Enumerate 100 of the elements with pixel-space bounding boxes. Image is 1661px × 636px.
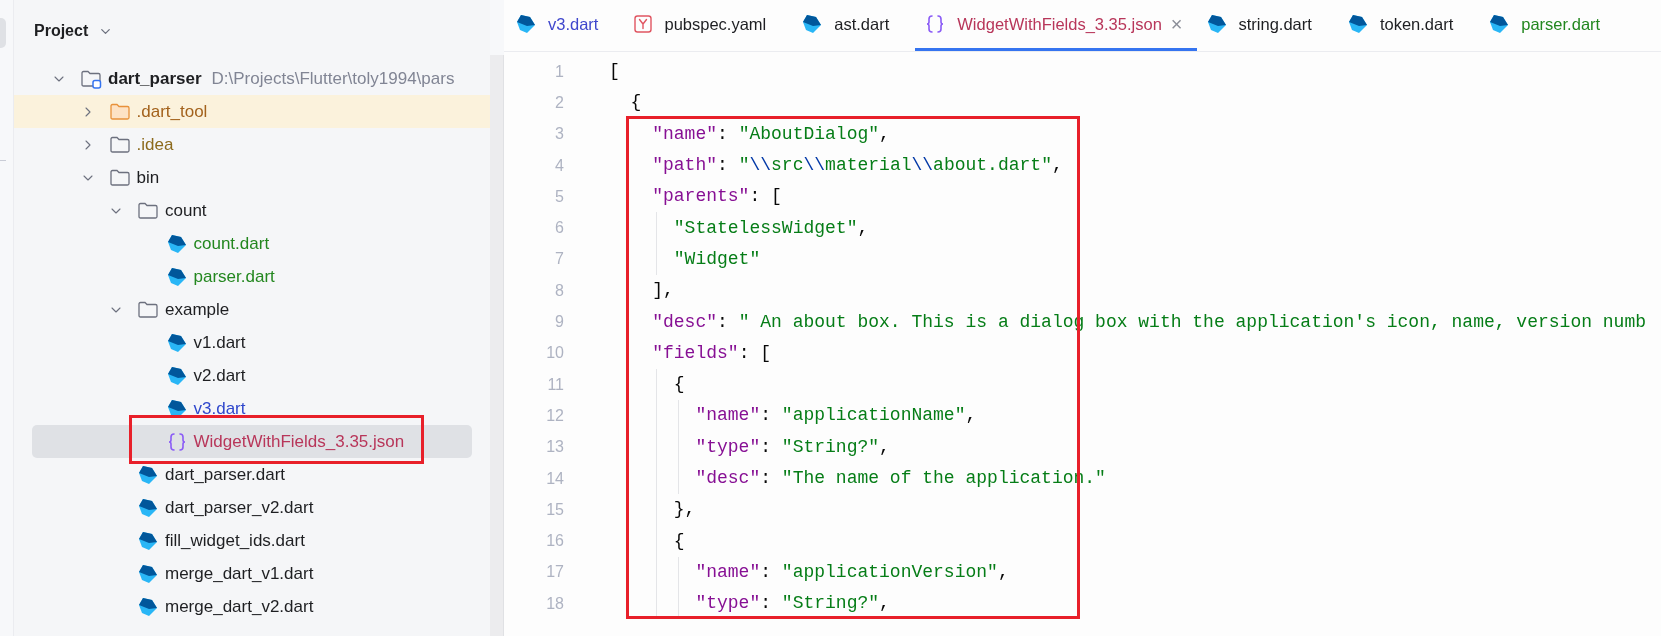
line-number: 1 — [554, 61, 564, 82]
tree-item[interactable]: example — [14, 293, 490, 326]
file-name: v3.dart — [193, 397, 246, 420]
editor-tab[interactable]: pubspec.yaml — [624, 0, 793, 51]
code-line: "Widget" — [672, 247, 761, 271]
line-number: 13 — [545, 437, 564, 458]
dart-icon — [801, 13, 824, 35]
file-name: merge_dart_v1.dart — [165, 562, 314, 585]
file-name: dart_parser.dart — [165, 463, 285, 486]
editor-tab[interactable]: parser.dart — [1479, 0, 1627, 51]
line-number: 5 — [554, 186, 564, 207]
code-line: ], — [651, 279, 674, 303]
line-number: 11 — [546, 374, 564, 395]
line-number: 17 — [545, 562, 564, 583]
tree-item[interactable]: dart_parser.dart — [14, 458, 490, 491]
dart-icon — [515, 13, 537, 35]
line-number: 12 — [545, 405, 564, 426]
tree-item[interactable]: .dart_tool — [14, 95, 490, 128]
file-name: count.dart — [193, 232, 270, 255]
tree-item[interactable]: bin — [14, 161, 490, 194]
tree-item[interactable]: .idea — [14, 128, 490, 161]
line-number: 7 — [554, 249, 564, 270]
line-number: 8 — [554, 280, 564, 301]
tab-label: ast.dart — [834, 13, 890, 35]
panel-title[interactable]: Project — [34, 19, 89, 43]
tree-item[interactable]: count — [14, 194, 490, 227]
line-number: 9 — [554, 312, 564, 332]
code-line: "type": "String?", — [694, 435, 890, 459]
editor-tab[interactable]: token.dart — [1337, 0, 1480, 51]
tree-item[interactable]: v3.dart — [14, 392, 490, 425]
code-line: "path": "\\src\\material\\about.dart", — [651, 154, 1063, 178]
tab-label: parser.dart — [1521, 13, 1601, 35]
editor-tab[interactable]: WidgetWithFields_3.35.json × — [915, 0, 1197, 51]
editor-tab[interactable]: v3.dart — [506, 0, 625, 51]
file-name: dart_parser — [108, 67, 202, 90]
tab-label: pubspec.yaml — [664, 13, 767, 35]
code-line: "StatelessWidget", — [672, 216, 869, 240]
tab-label: token.dart — [1379, 13, 1454, 35]
line-number: 2 — [554, 92, 564, 113]
line-number: 10 — [545, 343, 564, 364]
scrollbar[interactable] — [490, 55, 504, 636]
tree-item[interactable]: v1.dart — [14, 326, 490, 359]
code-line: "name": "applicationName", — [694, 404, 977, 428]
tree-item[interactable]: merge_dart_v2.dart — [14, 590, 490, 623]
file-name: v2.dart — [193, 364, 246, 387]
file-name: count — [165, 199, 207, 222]
editor-tab[interactable]: ast.dart — [792, 0, 916, 51]
dart-icon — [137, 595, 159, 618]
file-name: WidgetWithFields_3.35.json — [193, 430, 405, 453]
dart-icon — [1346, 13, 1369, 35]
tree-item[interactable]: dart_parser D:\Projects\Flutter\toly1994\pars — [14, 62, 490, 95]
code-line: "type": "String?", — [694, 592, 890, 616]
line-number: 6 — [554, 218, 564, 239]
line-number: 16 — [545, 531, 564, 552]
code-line: "fields": [ — [651, 341, 772, 365]
file-name: v1.dart — [193, 331, 246, 354]
dart-icon — [165, 265, 188, 288]
file-name: .dart_tool — [136, 100, 208, 123]
code-line: { — [629, 91, 642, 115]
file-name: dart_parser_v2.dart — [165, 496, 314, 519]
file-name: fill_widget_ids.dart — [165, 529, 305, 552]
code-line: "name": "AboutDialog", — [651, 122, 890, 146]
editor-tab[interactable]: string.dart — [1196, 0, 1338, 51]
dart-icon — [137, 529, 159, 552]
yaml-icon — [633, 14, 654, 34]
dart-icon — [165, 364, 188, 387]
file-name: parser.dart — [193, 265, 275, 288]
tab-label: v3.dart — [548, 13, 599, 35]
dart-icon — [137, 463, 159, 486]
tree-item[interactable]: fill_widget_ids.dart — [14, 524, 490, 557]
tree-item[interactable]: count.dart — [14, 227, 490, 260]
dart-icon — [165, 232, 188, 255]
tree-item[interactable]: parser.dart — [14, 260, 490, 293]
file-name: example — [165, 298, 230, 321]
dart-icon — [1488, 13, 1511, 35]
tab-label: WidgetWithFields_3.35.json — [957, 13, 1162, 35]
code-line: "parents": [ — [651, 185, 782, 209]
line-number: 15 — [545, 499, 564, 520]
dart-icon — [165, 331, 188, 354]
code-line: { — [672, 373, 685, 397]
code-line: }, — [672, 498, 696, 522]
file-name: merge_dart_v2.dart — [165, 595, 314, 618]
code-line: [ — [609, 60, 620, 84]
selected-tree-item[interactable]: WidgetWithFields_3.35.json — [32, 425, 472, 458]
code-line: { — [672, 529, 685, 553]
line-number: 14 — [545, 468, 564, 489]
code-line: "name": "applicationVersion", — [694, 560, 1009, 584]
file-name: .idea — [136, 133, 174, 156]
dart-icon — [1205, 13, 1228, 35]
project-path: D:\Projects\Flutter\toly1994\pars — [211, 67, 455, 90]
line-number: 18 — [545, 593, 564, 614]
tree-item[interactable]: v2.dart — [14, 359, 490, 392]
line-number: 4 — [554, 155, 564, 176]
file-name: bin — [136, 166, 160, 189]
dart-icon — [137, 562, 159, 585]
tree-item[interactable]: dart_parser_v2.dart — [14, 491, 490, 524]
line-number: 3 — [554, 124, 564, 145]
dart-icon — [137, 496, 159, 519]
tab-label: string.dart — [1238, 13, 1312, 35]
tree-item[interactable]: merge_dart_v1.dart — [14, 557, 490, 590]
